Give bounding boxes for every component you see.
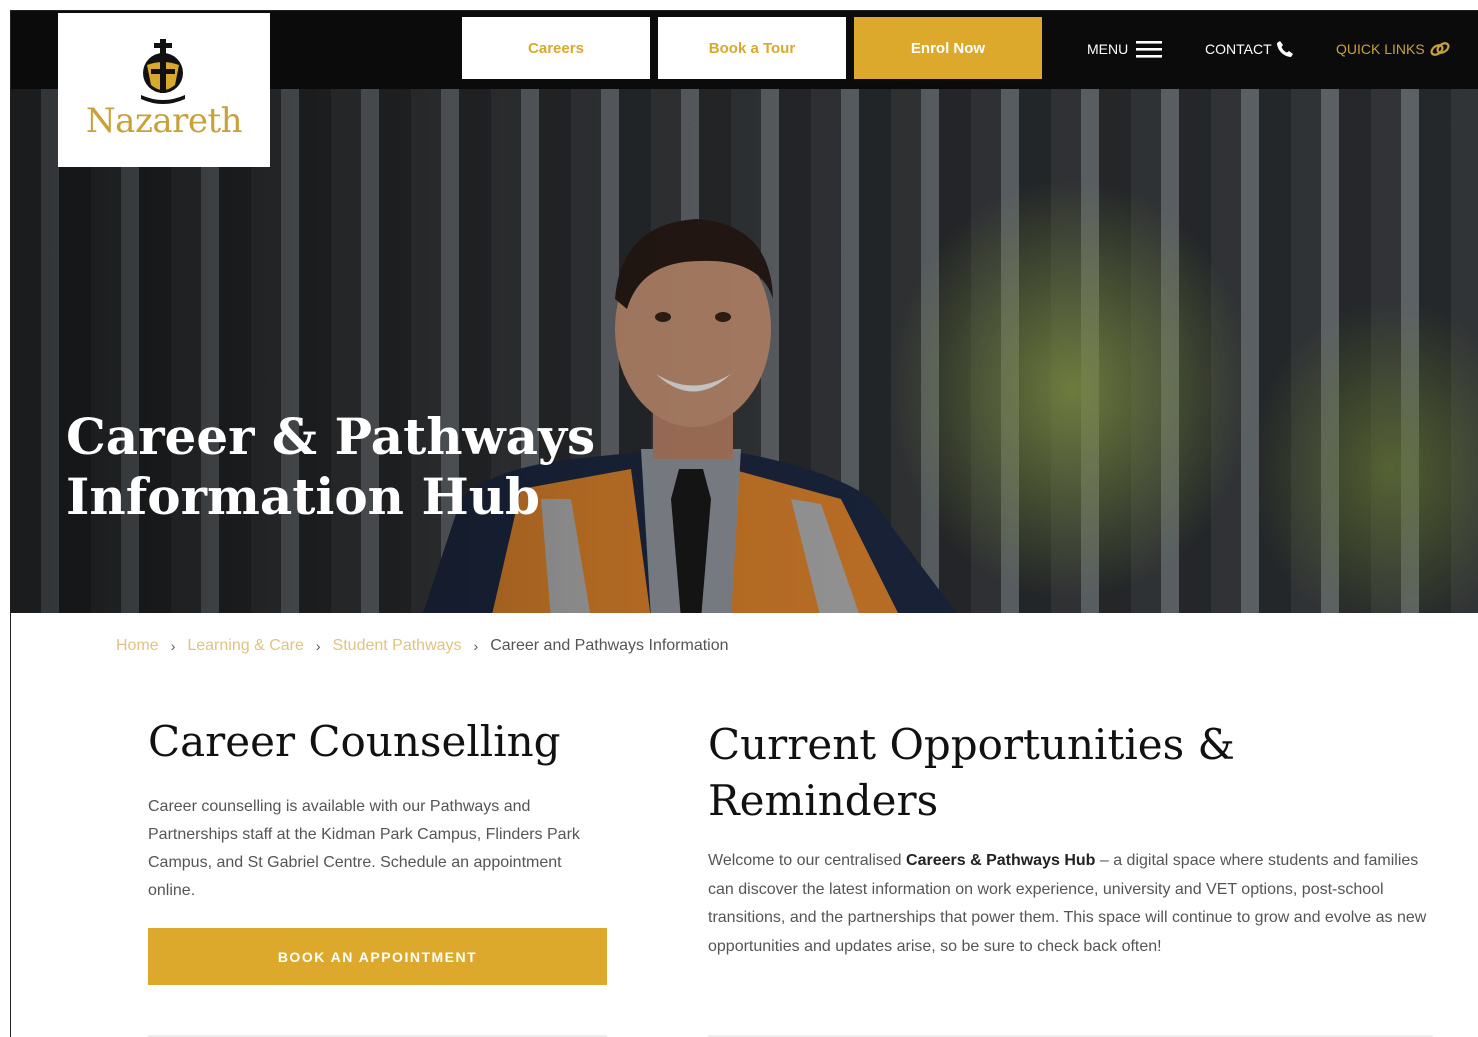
contact-label: CONTACT [1205, 41, 1272, 57]
crest-icon [141, 39, 185, 104]
book-appointment-button[interactable]: BOOK AN APPOINTMENT [148, 928, 607, 985]
breadcrumb-home[interactable]: Home [116, 637, 159, 655]
opportunities-hub-name: Careers & Pathways Hub [906, 852, 1096, 869]
hero-title-line-1: Career & Pathways [66, 407, 596, 466]
quick-links-label: QUICK LINKS [1336, 41, 1425, 57]
chevron-right-icon: › [170, 638, 176, 654]
book-tour-button[interactable]: Book a Tour [658, 17, 846, 79]
menu-link[interactable]: MENU [1087, 37, 1163, 61]
opportunities-text: Welcome to our centralised Careers & Pat… [708, 847, 1433, 961]
chevron-right-icon: › [315, 638, 321, 654]
enrol-now-button[interactable]: Enrol Now [854, 17, 1042, 79]
breadcrumb-student-pathways[interactable]: Student Pathways [333, 637, 462, 655]
careers-button[interactable]: Careers [462, 17, 650, 79]
hero-title-line-2: Information Hub [66, 467, 540, 526]
logo-text: Nazareth [85, 101, 243, 141]
hamburger-icon [1136, 39, 1163, 59]
hero-title: Career & Pathways Information Hub [66, 407, 595, 527]
breadcrumb-learning-care[interactable]: Learning & Care [187, 637, 304, 655]
breadcrumb-current: Career and Pathways Information [490, 637, 729, 654]
career-counselling-heading: Career Counselling [148, 717, 561, 766]
page-frame: Careers Book a Tour Enrol Now MENU CONTA… [10, 10, 1478, 1037]
quick-links-link[interactable]: QUICK LINKS [1336, 37, 1451, 61]
opportunities-heading: Current Opportunities & Reminders [708, 720, 1235, 825]
hero-overlay [11, 89, 1478, 613]
menu-label: MENU [1087, 41, 1129, 57]
phone-icon [1276, 40, 1294, 58]
contact-link[interactable]: CONTACT [1205, 37, 1294, 61]
chevron-right-icon: › [473, 638, 479, 654]
breadcrumb: Home › Learning & Care › Student Pathway… [116, 637, 729, 655]
site-logo[interactable]: Nazareth [58, 13, 270, 167]
link-icon [1429, 40, 1451, 58]
career-counselling-text: Career counselling is available with our… [148, 798, 580, 899]
opportunities-text-prefix: Welcome to our centralised [708, 852, 907, 869]
hero-banner: Career & Pathways Information Hub [11, 89, 1478, 613]
